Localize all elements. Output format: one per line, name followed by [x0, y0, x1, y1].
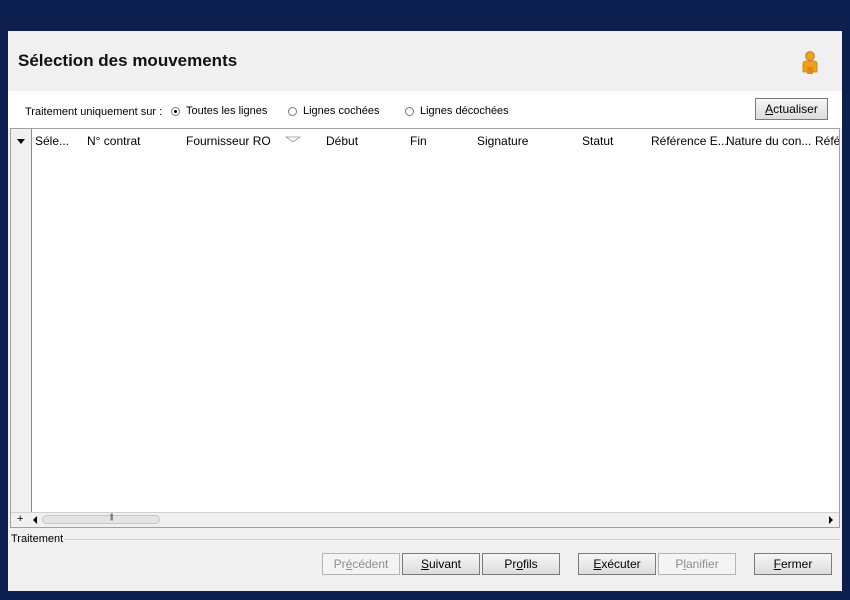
- radio-all-lines-label: Toutes les lignes: [186, 105, 268, 117]
- radio-checked-lines[interactable]: Lignes cochées: [288, 105, 379, 117]
- radio-checked-icon[interactable]: [171, 106, 180, 116]
- column-header-contract[interactable]: N° contrat: [87, 134, 140, 148]
- radio-unchecked-icon[interactable]: [405, 106, 414, 116]
- sort-descending-icon: [285, 136, 301, 143]
- section-label: Traitement: [11, 533, 64, 545]
- refresh-button[interactable]: Actualiser: [755, 98, 828, 120]
- column-menu-icon[interactable]: [17, 139, 25, 144]
- column-header-nature[interactable]: Nature du con...: [726, 134, 811, 148]
- movements-grid[interactable]: Séle... N° contrat Fournisseur RO Début …: [10, 128, 840, 528]
- column-header-reference[interactable]: Référ: [815, 134, 839, 148]
- user-icon[interactable]: [800, 50, 820, 74]
- profiles-button[interactable]: Pr o fils: [482, 553, 560, 575]
- column-header-status[interactable]: Statut: [582, 134, 613, 148]
- radio-checked-lines-label: Lignes cochées: [303, 105, 380, 117]
- filter-label: Traitement uniquement sur :: [25, 106, 163, 118]
- radio-unchecked-lines[interactable]: Lignes décochées: [405, 105, 509, 117]
- column-header-supplier[interactable]: Fournisseur RO: [186, 134, 271, 148]
- grid-body[interactable]: [32, 149, 839, 512]
- column-header-start[interactable]: Début: [326, 134, 358, 148]
- scroll-grip-icon: |||: [110, 514, 114, 521]
- close-button[interactable]: Fermer: [754, 553, 832, 575]
- page-title: Sélection des mouvements: [18, 51, 238, 70]
- column-header-signature[interactable]: Signature: [477, 134, 528, 148]
- previous-button[interactable]: Pr é cédent: [322, 553, 400, 575]
- grid-header: Séle... N° contrat Fournisseur RO Début …: [32, 129, 839, 149]
- execute-button[interactable]: Exécuter: [578, 553, 656, 575]
- next-button[interactable]: Suivant: [402, 553, 480, 575]
- column-header-selection[interactable]: Séle...: [35, 134, 69, 148]
- expand-plus-icon[interactable]: +: [17, 513, 23, 525]
- schedule-button[interactable]: Pl anifier: [658, 553, 736, 575]
- radio-unchecked-lines-label: Lignes décochées: [420, 105, 509, 117]
- filter-toolbar: Traitement uniquement sur : Toutes les l…: [8, 91, 842, 128]
- radio-all-lines[interactable]: Toutes les lignes: [171, 105, 267, 117]
- column-header-end[interactable]: Fin: [410, 134, 427, 148]
- scroll-left-icon[interactable]: [33, 516, 37, 524]
- row-gutter: [11, 129, 32, 514]
- scroll-right-icon[interactable]: [829, 516, 833, 524]
- scroll-thumb[interactable]: [42, 515, 160, 524]
- dialog-window: Sélection des mouvements Traitement uniq…: [8, 31, 842, 591]
- radio-unchecked-icon[interactable]: [288, 106, 297, 116]
- horizontal-scrollbar[interactable]: + |||: [11, 512, 839, 527]
- column-header-reference-e[interactable]: Référence E...: [651, 134, 728, 148]
- section-divider: [64, 539, 840, 540]
- dialog-header: Sélection des mouvements: [8, 31, 842, 91]
